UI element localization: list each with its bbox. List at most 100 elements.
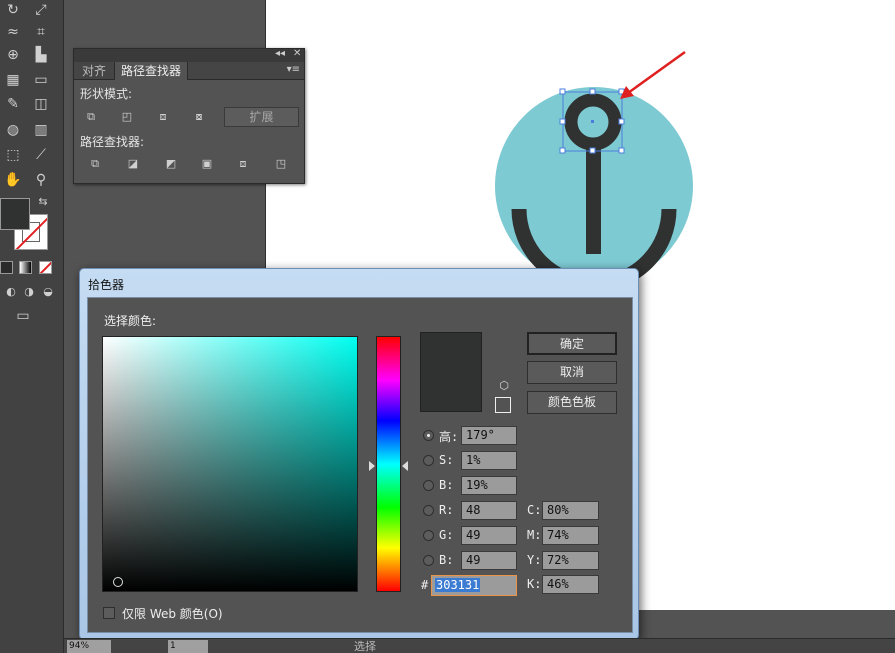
gradient-tool-icon[interactable]: ▭ <box>30 70 52 90</box>
outline-icon[interactable]: ⧈ <box>232 155 254 173</box>
web-colors-only-checkbox[interactable] <box>103 607 115 619</box>
minus-back-icon[interactable]: ◳ <box>270 155 292 173</box>
green-label: G: <box>439 528 454 542</box>
out-of-web-gamut-cube-icon[interactable]: ⬡ <box>497 379 511 393</box>
rotate-tool-icon[interactable]: ↻ <box>2 0 24 20</box>
shape-modes-label: 形状模式: <box>80 87 133 101</box>
yellow-input[interactable]: 72% <box>542 551 599 570</box>
slice-tool-icon[interactable]: ⟋ <box>30 145 52 165</box>
screen-mode-icon[interactable]: ▭ <box>12 306 34 326</box>
magenta-label: M: <box>527 528 542 542</box>
page-field[interactable]: 1 <box>168 640 208 653</box>
ok-button[interactable]: 确定 <box>527 332 617 355</box>
minus-front-icon[interactable]: ◰ <box>116 108 138 126</box>
center-point <box>591 120 594 123</box>
none-mode-button[interactable] <box>39 261 52 274</box>
dialog-titlebar[interactable]: 拾色器 <box>80 269 638 297</box>
hand-tool-icon[interactable]: ✋ <box>2 170 24 190</box>
brightness-label: B: <box>439 478 454 492</box>
select-color-label: 选择颜色: <box>104 314 157 328</box>
hue-slider[interactable] <box>376 336 401 592</box>
divide-icon[interactable]: ⧉ <box>84 155 106 173</box>
black-input[interactable]: 46% <box>542 575 599 594</box>
brightness-input[interactable]: 19% <box>461 476 517 495</box>
pathfinder-panel: ◂◂ ✕ 对齐 路径查找器 ▾≡ 形状模式: ⧉ ◰ ⧈ ⧇ 扩展 路径查找器:… <box>73 48 305 184</box>
graph-tool-icon[interactable]: ▙ <box>30 45 52 65</box>
color-mode-button[interactable] <box>0 261 13 274</box>
black-row: K: 46% <box>527 575 607 595</box>
status-bar: 94% 1 选择 <box>64 638 895 653</box>
blue-row: B: 49 <box>423 551 523 571</box>
web-safe-swatch[interactable] <box>495 397 511 413</box>
swap-colors-icon[interactable]: ⇆ <box>32 192 54 212</box>
cancel-button[interactable]: 取消 <box>527 361 617 384</box>
brightness-radio[interactable] <box>423 480 434 491</box>
red-input[interactable]: 48 <box>461 501 517 520</box>
saturation-radio[interactable] <box>423 455 434 466</box>
saturation-input[interactable]: 1% <box>461 451 517 470</box>
scale-tool-icon[interactable]: ⤢ <box>30 0 52 20</box>
hex-prefix: # <box>421 578 429 592</box>
tools-panel: ↻ ⤢ ≈ ⌗ ⊕ ▙ ▦ ▭ ✎ ◫ ◍ ▥ ⬚ ⟋ ✋ ⚲ ⇆ ◐ ◑ ◒ … <box>0 0 64 653</box>
hue-input[interactable]: 179° <box>461 426 517 445</box>
panel-menu-icon[interactable]: ▾≡ <box>287 64 300 75</box>
trim-icon[interactable]: ◪ <box>122 155 144 173</box>
exclude-icon[interactable]: ⧇ <box>188 108 210 126</box>
blue-input[interactable]: 49 <box>461 551 517 570</box>
warp-tool-icon[interactable]: ≈ <box>2 22 24 42</box>
zoom-tool-icon[interactable]: ⚲ <box>30 170 52 190</box>
color-cursor[interactable] <box>113 577 123 587</box>
dialog-body: 选择颜色: ⬡ 确定 取消 颜色色板 高: 179° S: 1% B: 19% <box>87 297 633 633</box>
panel-tabs: 对齐 路径查找器 ▾≡ <box>74 62 304 80</box>
dialog-title: 拾色器 <box>88 278 125 292</box>
black-label: K: <box>527 577 542 591</box>
close-icon[interactable]: ✕ <box>293 48 301 59</box>
magenta-input[interactable]: 74% <box>542 526 599 545</box>
red-row: R: 48 <box>423 501 523 521</box>
tab-pathfinder[interactable]: 路径查找器 <box>114 62 189 80</box>
hue-radio[interactable] <box>423 430 434 441</box>
red-radio[interactable] <box>423 505 434 516</box>
red-label: R: <box>439 503 454 517</box>
unite-icon[interactable]: ⧉ <box>80 108 102 126</box>
color-swatches-button[interactable]: 颜色色板 <box>527 391 617 414</box>
column-graph-tool-icon[interactable]: ▥ <box>30 120 52 140</box>
hex-input[interactable]: 303131 <box>431 575 517 596</box>
magenta-row: M: 74% <box>527 526 607 546</box>
collapse-icon[interactable]: ◂◂ <box>275 48 285 59</box>
artboard-tool-icon[interactable]: ⬚ <box>2 145 24 165</box>
cyan-input[interactable]: 80% <box>542 501 599 520</box>
panel-topbar[interactable]: ◂◂ ✕ <box>74 48 304 62</box>
draw-inside-icon[interactable]: ◒ <box>37 282 59 302</box>
zoom-field[interactable]: 94% <box>67 640 111 653</box>
expand-button[interactable]: 扩展 <box>224 107 299 127</box>
hue-slider-right-arrow[interactable] <box>402 461 408 471</box>
merge-icon[interactable]: ◩ <box>160 155 182 173</box>
color-picker-dialog: 拾色器 选择颜色: ⬡ 确定 取消 颜色色板 高: 179° S: 1% B: … <box>79 268 639 640</box>
brightness-row: B: 19% <box>423 476 523 496</box>
free-transform-tool-icon[interactable]: ⌗ <box>30 22 52 42</box>
green-input[interactable]: 49 <box>461 526 517 545</box>
mesh-tool-icon[interactable]: ▦ <box>2 70 24 90</box>
cyan-label: C: <box>527 503 542 517</box>
saturation-brightness-field[interactable] <box>102 336 358 592</box>
green-row: G: 49 <box>423 526 523 546</box>
tab-align[interactable]: 对齐 <box>76 62 112 80</box>
hue-row: 高: 179° <box>423 426 523 446</box>
hue-slider-left-arrow[interactable] <box>369 461 375 471</box>
fill-swatch[interactable] <box>0 198 30 230</box>
shape-builder-tool-icon[interactable]: ⊕ <box>2 45 24 65</box>
gradient-mode-button[interactable] <box>19 261 32 274</box>
crop-icon[interactable]: ▣ <box>196 155 218 173</box>
green-radio[interactable] <box>423 530 434 541</box>
saturation-label: S: <box>439 453 454 467</box>
cyan-row: C: 80% <box>527 501 607 521</box>
blend-tool-icon[interactable]: ◫ <box>30 94 52 114</box>
intersect-icon[interactable]: ⧈ <box>152 108 174 126</box>
anchor-shank[interactable] <box>586 148 601 254</box>
eyedropper-tool-icon[interactable]: ✎ <box>2 94 24 114</box>
blue-radio[interactable] <box>423 555 434 566</box>
yellow-label: Y: <box>527 553 542 567</box>
web-colors-only-label: 仅限 Web 颜色(O) <box>122 607 223 621</box>
symbol-sprayer-tool-icon[interactable]: ◍ <box>2 120 24 140</box>
